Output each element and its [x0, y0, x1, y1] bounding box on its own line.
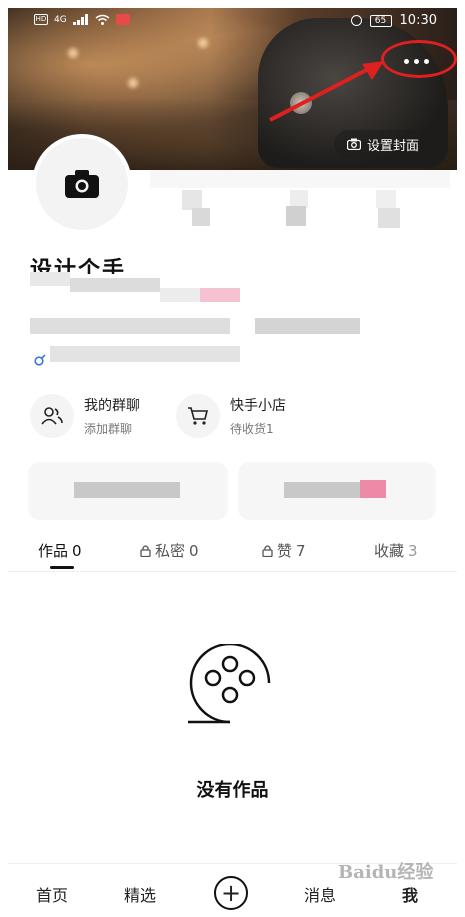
content-tabs: 作品 0 私密 0 赞 7 收藏 3	[8, 534, 457, 572]
cover-bokeh-light	[198, 38, 208, 48]
profile-id-mosaic	[30, 272, 245, 304]
alarm-icon	[350, 15, 362, 26]
shop-subtitle: 待收货1	[230, 422, 274, 436]
set-cover-label: 设置封面	[366, 138, 419, 154]
group-icon	[41, 407, 63, 425]
active-tab-indicator	[50, 566, 74, 569]
lock-icon	[262, 545, 273, 557]
tab-favorites[interactable]: 收藏 3	[374, 540, 418, 561]
nav-me[interactable]: 我	[402, 882, 418, 906]
tab-private-label: 私密	[155, 542, 186, 560]
tab-likes[interactable]: 赞 7	[262, 540, 306, 561]
nav-messages[interactable]: 消息	[304, 882, 336, 906]
tab-private-count: 0	[189, 541, 199, 560]
watermark: Baidu经验	[338, 862, 434, 883]
tab-likes-count: 7	[296, 541, 306, 560]
tab-favorites-label: 收藏	[374, 542, 405, 560]
annotation-arrow	[269, 61, 384, 122]
stats-mosaic	[150, 170, 450, 240]
shop-entry[interactable]: 快手小店 待收货1	[176, 394, 286, 438]
profile-bio-mosaic	[30, 318, 360, 370]
set-cover-button[interactable]: 设置封面	[334, 130, 432, 158]
tab-works[interactable]: 作品 0	[38, 540, 82, 569]
battery-icon: 65	[369, 14, 392, 27]
tab-works-count: 0	[72, 541, 82, 560]
film-reel-icon	[188, 644, 271, 724]
lock-icon	[140, 545, 151, 557]
tab-likes-label: 赞	[277, 542, 293, 560]
wifi-icon	[95, 14, 110, 25]
shop-title: 快手小店	[230, 398, 286, 414]
group-chat-entry[interactable]: 我的群聊 添加群聊	[30, 394, 140, 438]
status-bar: HD 4G 65 10:30	[8, 8, 457, 34]
nav-home[interactable]: 首页	[36, 882, 68, 906]
cart-icon-circle	[176, 394, 220, 438]
clock: 10:30	[399, 13, 437, 28]
hd-icon: HD	[34, 14, 48, 25]
camera-icon	[65, 170, 99, 198]
male-gender-icon	[34, 354, 46, 366]
tab-private[interactable]: 私密 0	[140, 540, 199, 561]
camera-icon	[346, 138, 361, 150]
nav-featured[interactable]: 精选	[124, 882, 156, 906]
cart-icon	[188, 407, 209, 425]
tab-works-label: 作品	[38, 542, 69, 560]
username: 设计个手	[30, 258, 127, 274]
notification-icon	[115, 14, 130, 25]
group-icon-circle	[30, 394, 74, 438]
empty-state-title: 没有作品	[196, 780, 269, 801]
signal-icon	[72, 14, 88, 25]
group-chat-title: 我的群聊	[84, 398, 140, 414]
cards-mosaic	[28, 462, 436, 520]
post-button[interactable]: +	[214, 876, 248, 910]
network-label: 4G	[54, 14, 67, 25]
avatar[interactable]	[32, 134, 132, 234]
cover-bokeh-light	[68, 48, 78, 58]
group-chat-subtitle: 添加群聊	[84, 422, 133, 436]
tab-favorites-count: 3	[408, 541, 418, 560]
annotation-ellipse	[381, 40, 457, 78]
cover-bokeh-light	[128, 78, 138, 88]
